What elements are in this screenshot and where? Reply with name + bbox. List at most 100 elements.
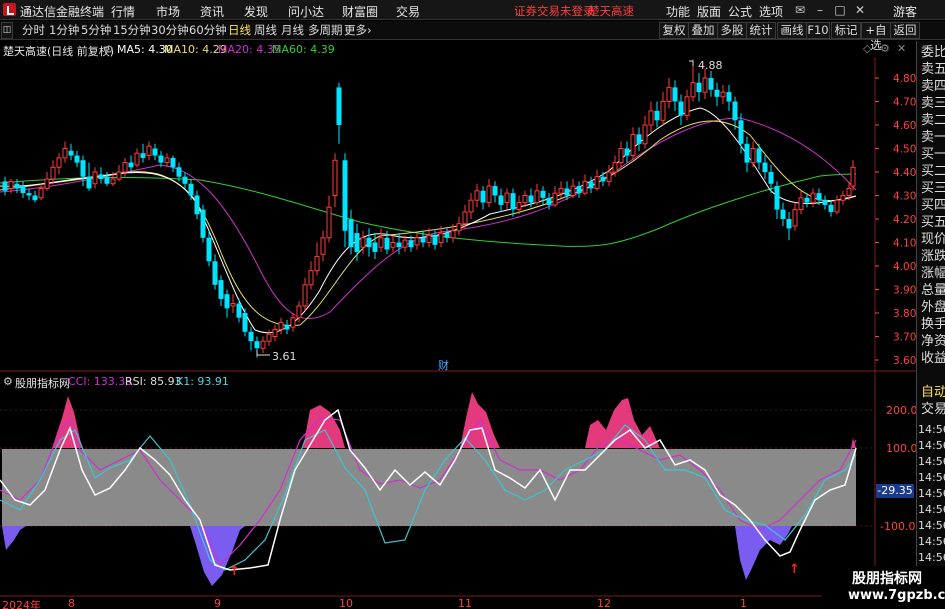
candle-body-up — [648, 110, 654, 126]
low-price-label: 3.61 — [272, 350, 297, 363]
time-axis-aug: 8 — [68, 597, 75, 609]
side-tick-time: 14:56 — [918, 439, 945, 452]
cci-overbought-area — [851, 438, 856, 448]
candle-body-down — [152, 148, 158, 156]
side-item: 净资 — [921, 334, 945, 349]
buy-arrow-icon: ↑ — [789, 562, 800, 577]
candle-body-up — [326, 206, 332, 239]
side-tick-time: 14:56 — [918, 503, 945, 516]
price-axis-label: 4.80 — [893, 73, 916, 85]
candle-body-up — [534, 190, 540, 204]
candle-body-up — [840, 195, 846, 201]
side-item-trade[interactable]: 自动 — [921, 385, 945, 401]
candle-body-down — [236, 303, 242, 318]
current-indicator-value: -29.35 — [876, 484, 914, 498]
candle-body-down — [188, 183, 194, 196]
finance-event-marker[interactable]: 财 — [438, 357, 449, 373]
candle-body-down — [828, 204, 834, 212]
candle-body-up — [522, 195, 528, 204]
candle-body-down — [218, 280, 224, 299]
side-item-trade[interactable]: 交易 — [921, 402, 945, 418]
candle-body-down — [480, 190, 486, 203]
candle-body-up — [302, 284, 308, 307]
candle-body-up — [750, 148, 756, 164]
price-axis-label: 4.60 — [893, 120, 916, 132]
candle-body-down — [242, 313, 248, 332]
candle-body-down — [212, 261, 218, 285]
candle-body-up — [116, 171, 122, 180]
time-axis-nov: 11 — [458, 597, 472, 609]
candle-body-down — [158, 155, 164, 163]
side-tick-time: 14:56 — [918, 535, 945, 548]
candle-body-down — [762, 162, 768, 172]
side-item: 买五 — [921, 215, 945, 230]
side-item: 总量 — [921, 283, 945, 298]
price-axis-label: 3.80 — [893, 308, 916, 320]
watermark-title: 股朋指标网 — [852, 571, 922, 587]
candle-body-up — [630, 133, 636, 157]
candle-body-up — [612, 162, 618, 173]
price-axis-label: 4.20 — [893, 214, 916, 226]
candle-body-down — [248, 331, 254, 342]
candle-body-down — [432, 235, 438, 245]
candle-body-up — [38, 187, 44, 199]
candle-body-up — [62, 148, 68, 159]
side-item: 委比 — [921, 45, 945, 60]
ind-axis-minus100: -100.0 — [880, 520, 916, 533]
candle-body-down — [176, 167, 182, 177]
candle-body-up — [122, 162, 128, 173]
candle-body-down — [372, 242, 378, 252]
candle-body-up — [582, 180, 588, 194]
candle-body-up — [558, 187, 564, 194]
watermark-url: www.7gpzb.com — [848, 588, 945, 603]
candle-body-up — [666, 86, 672, 103]
candle-body-up — [146, 145, 152, 157]
candle-body-up — [504, 192, 510, 204]
candle-body-up — [486, 185, 492, 204]
candle-body-up — [8, 180, 14, 189]
kline-chart[interactable]: 4.80 4.70 4.60 4.50 4.40 4.30 4.20 4.10 4.00 3.90… — [0, 0, 916, 609]
candle-body-up — [164, 157, 170, 164]
time-axis-dec: 12 — [597, 597, 611, 609]
candle-body-down — [224, 294, 230, 309]
candle-body-up — [810, 192, 816, 204]
candle-body-down — [26, 193, 32, 196]
candle-body-up — [798, 197, 804, 211]
ind-axis-200: 200.0 — [886, 404, 918, 417]
side-item: 卖五 — [921, 62, 945, 77]
candle-body-down — [708, 78, 714, 90]
candle-body-up — [450, 230, 456, 239]
side-item: 卖一 — [921, 130, 945, 145]
ma-line — [0, 107, 857, 334]
candle-body-down — [498, 195, 504, 205]
price-axis-label: 4.30 — [893, 191, 916, 203]
candle-body-down — [182, 176, 188, 184]
candle-body-down — [98, 174, 104, 180]
price-axis-label: 4.70 — [893, 97, 916, 109]
candle-body-up — [272, 328, 278, 338]
side-item: 卖三 — [921, 96, 945, 111]
candle-body-up — [266, 333, 272, 342]
candle-body-up — [390, 242, 396, 248]
candle-body-down — [786, 219, 792, 229]
side-item: 现价 — [921, 232, 945, 247]
candle-body-down — [420, 237, 426, 243]
candle-body-down — [774, 186, 780, 210]
candle-body-down — [816, 193, 822, 201]
price-axis-label: 3.60 — [893, 355, 916, 367]
candle-body-up — [570, 185, 576, 197]
side-item: 涨幅 — [921, 266, 945, 281]
candle-body-down — [14, 183, 20, 189]
candle-body-up — [834, 199, 840, 213]
price-axis-label: 3.90 — [893, 285, 916, 297]
candle-body-down — [104, 176, 110, 184]
indicator-settings-icon[interactable]: ⚙ — [3, 375, 13, 388]
side-item: 买二 — [921, 164, 945, 179]
candle-body-down — [32, 195, 38, 201]
candle-body-up — [474, 190, 480, 201]
candle-body-down — [546, 197, 552, 205]
side-tick-time: 14:56 — [918, 519, 945, 532]
candle-body-down — [696, 82, 702, 93]
side-tick-time: 14:56 — [918, 471, 945, 484]
candle-body-up — [660, 101, 666, 121]
